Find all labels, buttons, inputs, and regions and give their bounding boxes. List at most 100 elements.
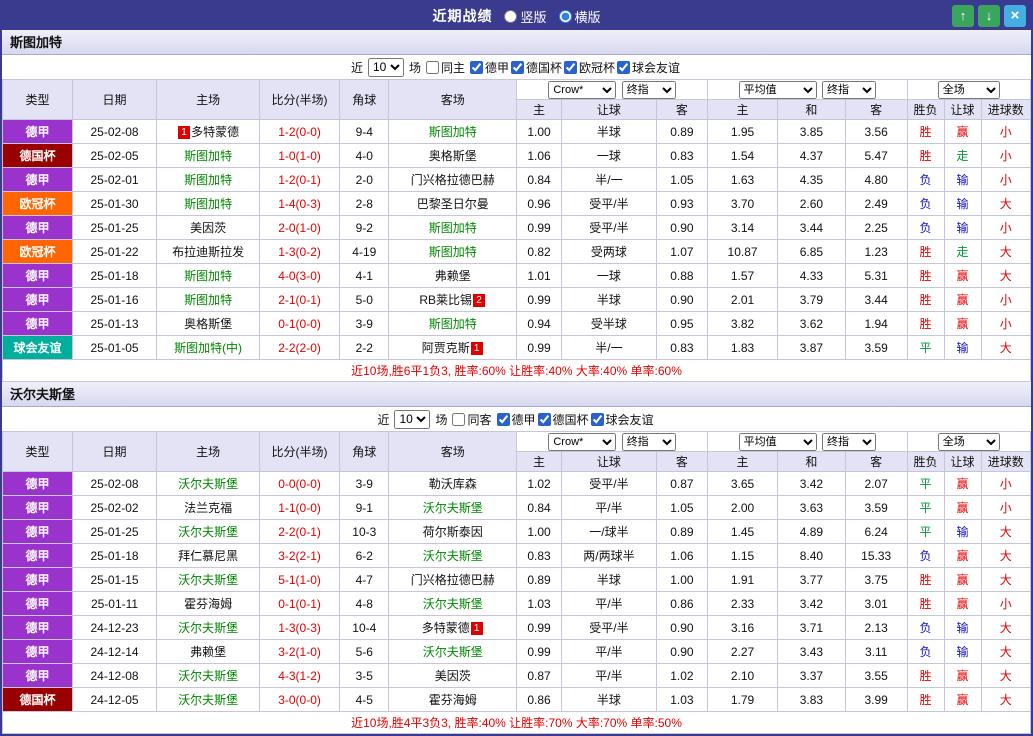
league-filter-option[interactable]: 欧冠杯 bbox=[564, 59, 615, 76]
league-badge: 德甲 bbox=[2, 543, 73, 568]
average-time-select[interactable]: 终指 bbox=[821, 432, 876, 451]
team-section: 沃尔夫斯堡 近 10 场 同客 德甲 德国杯 球会友谊 类型 日期 主场 比分(… bbox=[2, 382, 1032, 734]
results-table: 类型 日期 主场 比分(半场) 角球 客场 Crow* 终指 平均值 终指 全场… bbox=[2, 431, 1032, 734]
league-filter-option[interactable]: 德国杯 bbox=[537, 411, 589, 428]
away-odds: 0.87 bbox=[655, 471, 709, 496]
away-odds: 0.93 bbox=[655, 191, 709, 216]
match-date: 25-01-18 bbox=[71, 263, 158, 288]
odds-company-select[interactable]: Crow* bbox=[548, 80, 617, 99]
league-filter-option[interactable]: 德甲 bbox=[469, 59, 509, 76]
away-team: 巴黎圣日尔曼 bbox=[388, 191, 517, 216]
result-goals: 大 bbox=[980, 615, 1032, 640]
avg-home-odds: 2.33 bbox=[707, 591, 778, 616]
avg-home-odds: 2.00 bbox=[707, 495, 778, 520]
same-venue-checkbox[interactable] bbox=[425, 60, 439, 74]
odds-company-select[interactable]: Crow* bbox=[548, 432, 617, 451]
avg-home-odds: 1.54 bbox=[707, 143, 778, 168]
team-name-text: 勒沃库森 bbox=[428, 477, 477, 491]
match-row: 德甲 25-01-18 拜仁慕尼黑 3-2(2-1) 6-2 沃尔夫斯堡 0.8… bbox=[2, 543, 1032, 568]
home-team: 斯图加特 bbox=[156, 287, 260, 312]
same-venue-option[interactable]: 同客 bbox=[452, 411, 492, 428]
vertical-layout-radio[interactable] bbox=[504, 9, 518, 23]
col-away: 客场 bbox=[388, 79, 517, 120]
home-team: 拜仁慕尼黑 bbox=[156, 543, 260, 568]
away-team: 门兴格拉德巴赫 bbox=[388, 167, 517, 192]
result-outcome: 负 bbox=[906, 215, 945, 240]
full-match-select[interactable]: 全场 bbox=[937, 80, 1000, 99]
near-label: 近 bbox=[350, 60, 363, 75]
match-count-select[interactable]: 10 bbox=[367, 57, 404, 77]
handicap-line: 受平/半 bbox=[561, 215, 657, 240]
away-odds: 1.03 bbox=[655, 687, 709, 712]
scroll-down-button[interactable]: ↓ bbox=[978, 5, 1000, 27]
away-odds: 0.83 bbox=[655, 335, 709, 360]
match-count-select[interactable]: 10 bbox=[394, 409, 431, 429]
league-filter-checkbox[interactable] bbox=[469, 60, 483, 74]
titlebar: 近期战绩 竖版 横版 ↑ ↓ × bbox=[2, 2, 1031, 30]
home-team: 斯图加特 bbox=[156, 263, 260, 288]
avg-draw-odds: 3.44 bbox=[777, 215, 846, 240]
result-handicap: 输 bbox=[943, 615, 982, 640]
average-odds-select[interactable]: 平均值 bbox=[738, 432, 817, 451]
handicap-line: 两/两球半 bbox=[561, 543, 657, 568]
close-button[interactable]: × bbox=[1004, 5, 1026, 27]
result-handicap: 赢 bbox=[943, 687, 982, 712]
away-team: 沃尔夫斯堡 bbox=[388, 495, 517, 520]
league-filter-checkbox[interactable] bbox=[617, 60, 631, 74]
layout-horizontal-option[interactable]: 横版 bbox=[558, 7, 601, 26]
away-team: 沃尔夫斯堡 bbox=[388, 639, 517, 664]
result-handicap: 走 bbox=[943, 239, 982, 264]
same-venue-checkbox[interactable] bbox=[452, 412, 466, 426]
league-filter-option[interactable]: 德甲 bbox=[496, 411, 536, 428]
league-filter-checkbox[interactable] bbox=[511, 60, 524, 74]
col-result: 胜负 bbox=[906, 451, 945, 472]
league-filter-group: 德甲 德国杯 球会友谊 bbox=[496, 411, 656, 428]
league-filter-option[interactable]: 德国杯 bbox=[511, 59, 562, 76]
result-goals: 大 bbox=[980, 567, 1032, 592]
league-badge: 欧冠杯 bbox=[2, 239, 73, 264]
avg-draw-odds: 6.85 bbox=[777, 239, 846, 264]
league-filter-option[interactable]: 球会友谊 bbox=[590, 411, 654, 428]
result-goals: 小 bbox=[980, 215, 1032, 240]
match-row: 德甲 25-01-15 沃尔夫斯堡 5-1(1-0) 4-7 门兴格拉德巴赫 0… bbox=[2, 567, 1032, 592]
home-team: 斯图加特(中) bbox=[156, 335, 260, 360]
odds-time-select[interactable]: 终指 bbox=[621, 432, 676, 451]
average-odds-select[interactable]: 平均值 bbox=[738, 80, 817, 99]
col-avg-away: 客 bbox=[844, 451, 908, 472]
result-outcome: 胜 bbox=[906, 663, 945, 688]
avg-home-odds: 1.83 bbox=[707, 335, 778, 360]
avg-home-odds: 1.63 bbox=[707, 167, 778, 192]
result-handicap: 输 bbox=[943, 191, 982, 216]
result-goals: 大 bbox=[980, 639, 1032, 664]
rank-badge: 1 bbox=[470, 342, 483, 355]
league-filter-checkbox[interactable] bbox=[537, 412, 551, 426]
col-avg-draw: 和 bbox=[777, 451, 846, 472]
league-filter-checkbox[interactable] bbox=[564, 60, 578, 74]
team-name-text: 奥格斯堡 bbox=[184, 317, 233, 331]
team-name-text: 沃尔夫斯堡 bbox=[178, 477, 239, 491]
scroll-up-button[interactable]: ↑ bbox=[952, 5, 974, 27]
result-outcome: 负 bbox=[906, 167, 945, 192]
col-goals-result: 进球数 bbox=[980, 451, 1032, 472]
corners-score: 9-4 bbox=[339, 119, 390, 144]
corners-score: 3-9 bbox=[339, 311, 390, 336]
league-filter-checkbox[interactable] bbox=[496, 412, 510, 426]
layout-vertical-option[interactable]: 竖版 bbox=[504, 7, 547, 26]
result-handicap: 赢 bbox=[943, 663, 982, 688]
horizontal-layout-radio[interactable] bbox=[558, 9, 572, 23]
same-venue-option[interactable]: 同主 bbox=[425, 59, 465, 76]
full-match-select[interactable]: 全场 bbox=[937, 432, 1000, 451]
corners-score: 5-0 bbox=[339, 287, 390, 312]
average-time-select[interactable]: 终指 bbox=[821, 80, 876, 99]
league-filter-label: 欧冠杯 bbox=[579, 60, 616, 75]
league-filter-checkbox[interactable] bbox=[590, 412, 604, 426]
away-team: 美因茨 bbox=[388, 663, 517, 688]
col-corners: 角球 bbox=[339, 431, 390, 472]
away-team: 沃尔夫斯堡 bbox=[388, 591, 517, 616]
odds-time-select[interactable]: 终指 bbox=[621, 80, 676, 99]
league-filter-option[interactable]: 球会友谊 bbox=[617, 59, 680, 76]
result-handicap: 输 bbox=[943, 335, 982, 360]
avg-home-odds: 1.45 bbox=[707, 519, 778, 544]
away-team: 斯图加特 bbox=[388, 215, 517, 240]
company-odds-group: Crow* 终指 bbox=[515, 431, 709, 452]
